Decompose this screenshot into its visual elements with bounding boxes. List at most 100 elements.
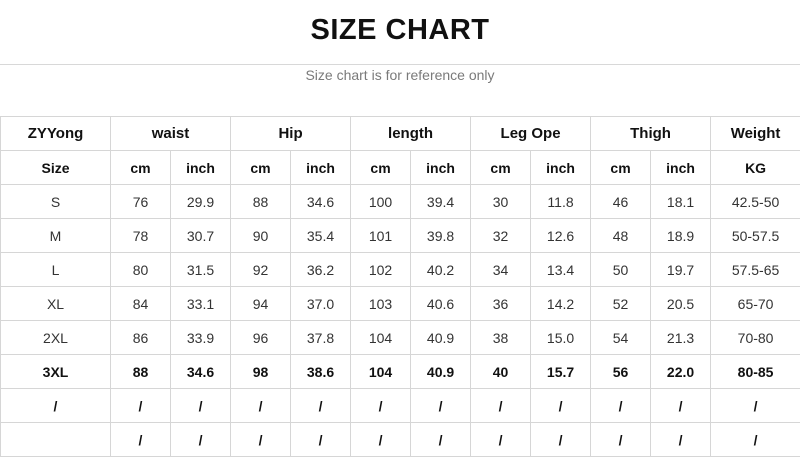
- value-cell: /: [651, 389, 711, 423]
- value-cell: /: [531, 423, 591, 457]
- value-cell: 18.9: [651, 219, 711, 253]
- value-cell: 104: [351, 355, 411, 389]
- value-cell: 102: [351, 253, 411, 287]
- unit-cell: inch: [531, 151, 591, 185]
- unit-cell: inch: [651, 151, 711, 185]
- group-header-thigh: Thigh: [591, 117, 711, 151]
- value-cell: 11.8: [531, 185, 591, 219]
- size-cell: M: [1, 219, 111, 253]
- value-cell: 80: [111, 253, 171, 287]
- unit-cell: cm: [591, 151, 651, 185]
- value-cell: 40.9: [411, 355, 471, 389]
- value-cell: 50: [591, 253, 651, 287]
- value-cell: 57.5-65: [711, 253, 800, 287]
- table-row: M7830.79035.410139.83212.64818.950-57.5: [1, 219, 800, 253]
- value-cell: 33.1: [171, 287, 231, 321]
- value-cell: /: [411, 389, 471, 423]
- value-cell: 54: [591, 321, 651, 355]
- value-cell: /: [711, 389, 800, 423]
- value-cell: 96: [231, 321, 291, 355]
- unit-cell: cm: [111, 151, 171, 185]
- value-cell: 12.6: [531, 219, 591, 253]
- value-cell: 38: [471, 321, 531, 355]
- table-row: L8031.59236.210240.23413.45019.757.5-65: [1, 253, 800, 287]
- value-cell: 33.9: [171, 321, 231, 355]
- group-header-length: length: [351, 117, 471, 151]
- value-cell: 35.4: [291, 219, 351, 253]
- value-cell: 104: [351, 321, 411, 355]
- value-cell: 36.2: [291, 253, 351, 287]
- value-cell: 39.8: [411, 219, 471, 253]
- value-cell: 34.6: [171, 355, 231, 389]
- value-cell: 18.1: [651, 185, 711, 219]
- value-cell: 70-80: [711, 321, 800, 355]
- value-cell: /: [471, 389, 531, 423]
- value-cell: 31.5: [171, 253, 231, 287]
- value-cell: 100: [351, 185, 411, 219]
- value-cell: 32: [471, 219, 531, 253]
- size-cell: 3XL: [1, 355, 111, 389]
- value-cell: /: [711, 423, 800, 457]
- value-cell: /: [171, 389, 231, 423]
- value-cell: 30.7: [171, 219, 231, 253]
- group-header-weight: Weight: [711, 117, 800, 151]
- value-cell: 40: [471, 355, 531, 389]
- divider: [0, 64, 800, 65]
- value-cell: /: [111, 423, 171, 457]
- table-row: ///////////: [1, 423, 800, 457]
- value-cell: 22.0: [651, 355, 711, 389]
- unit-row: Size cm inch cm inch cm inch cm inch cm …: [1, 151, 800, 185]
- value-cell: 29.9: [171, 185, 231, 219]
- page-subtitle: Size chart is for reference only: [0, 67, 800, 83]
- value-cell: 50-57.5: [711, 219, 800, 253]
- value-cell: /: [231, 423, 291, 457]
- size-cell: S: [1, 185, 111, 219]
- unit-cell: inch: [411, 151, 471, 185]
- value-cell: /: [591, 389, 651, 423]
- unit-cell: inch: [171, 151, 231, 185]
- group-header-waist: waist: [111, 117, 231, 151]
- value-cell: 94: [231, 287, 291, 321]
- size-cell: [1, 423, 111, 457]
- value-cell: 20.5: [651, 287, 711, 321]
- table-row: 3XL8834.69838.610440.94015.75622.080-85: [1, 355, 800, 389]
- value-cell: /: [231, 389, 291, 423]
- table-row: XL8433.19437.010340.63614.25220.565-70: [1, 287, 800, 321]
- value-cell: 15.0: [531, 321, 591, 355]
- value-cell: 92: [231, 253, 291, 287]
- value-cell: 90: [231, 219, 291, 253]
- value-cell: 103: [351, 287, 411, 321]
- table-row: 2XL8633.99637.810440.93815.05421.370-80: [1, 321, 800, 355]
- value-cell: 30: [471, 185, 531, 219]
- value-cell: 78: [111, 219, 171, 253]
- group-header-hip: Hip: [231, 117, 351, 151]
- value-cell: /: [291, 389, 351, 423]
- unit-cell: cm: [351, 151, 411, 185]
- group-header-leg-opening: Leg Ope: [471, 117, 591, 151]
- value-cell: 37.8: [291, 321, 351, 355]
- value-cell: /: [351, 423, 411, 457]
- value-cell: 39.4: [411, 185, 471, 219]
- value-cell: 40.6: [411, 287, 471, 321]
- value-cell: 19.7: [651, 253, 711, 287]
- value-cell: 88: [111, 355, 171, 389]
- value-cell: 13.4: [531, 253, 591, 287]
- value-cell: 40.2: [411, 253, 471, 287]
- size-cell: XL: [1, 287, 111, 321]
- value-cell: /: [531, 389, 591, 423]
- value-cell: 21.3: [651, 321, 711, 355]
- value-cell: 84: [111, 287, 171, 321]
- unit-cell: cm: [471, 151, 531, 185]
- page-title: SIZE CHART: [0, 14, 800, 47]
- value-cell: 48: [591, 219, 651, 253]
- value-cell: 34: [471, 253, 531, 287]
- value-cell: /: [411, 423, 471, 457]
- value-cell: 37.0: [291, 287, 351, 321]
- size-label-cell: Size: [1, 151, 111, 185]
- unit-cell: KG: [711, 151, 800, 185]
- value-cell: 76: [111, 185, 171, 219]
- value-cell: 14.2: [531, 287, 591, 321]
- unit-cell: cm: [231, 151, 291, 185]
- brand-cell: ZYYong: [1, 117, 111, 151]
- value-cell: 36: [471, 287, 531, 321]
